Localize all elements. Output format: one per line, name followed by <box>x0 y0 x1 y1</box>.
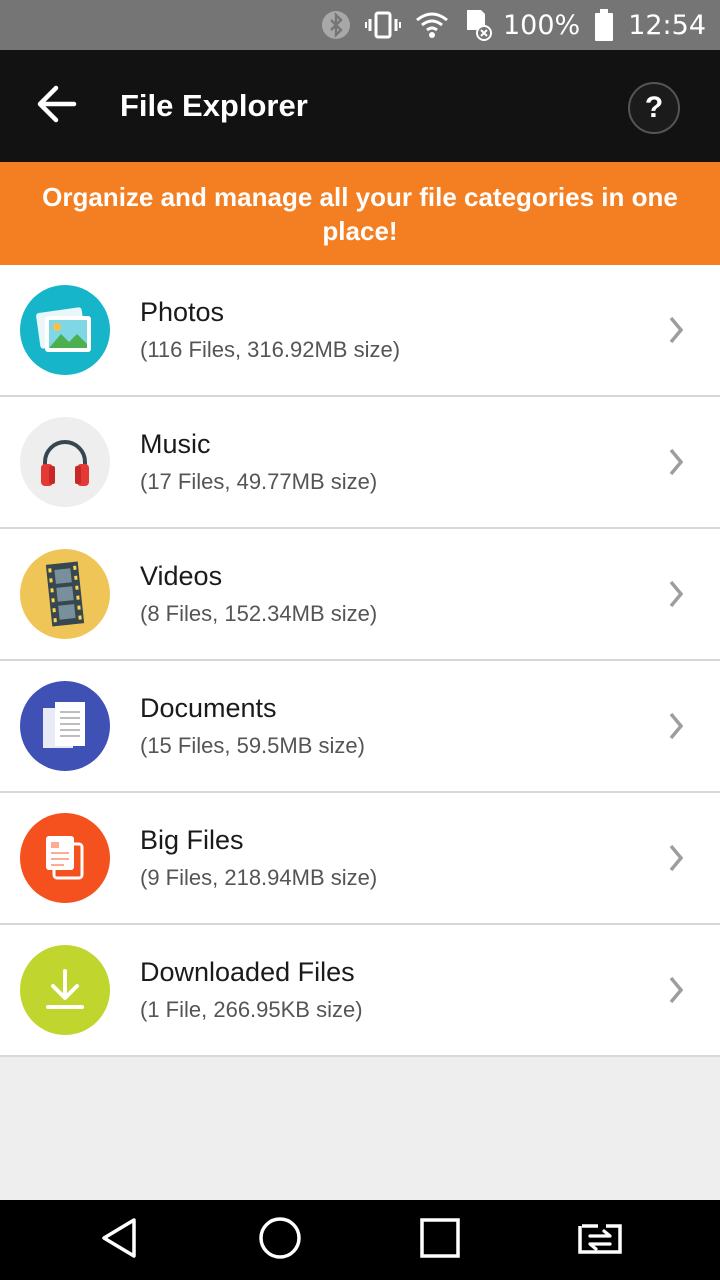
chevron-right-icon <box>664 577 688 611</box>
vibrate-icon <box>364 10 401 40</box>
download-icon <box>20 945 110 1035</box>
wifi-icon <box>415 11 449 39</box>
nav-switch-app-button[interactable] <box>560 1210 640 1270</box>
category-name: Downloaded Files <box>140 957 355 987</box>
category-meta: (15 Files, 59.5MB size) <box>140 733 365 758</box>
battery-icon <box>594 9 614 41</box>
category-videos[interactable]: Videos (8 Files, 152.34MB size) <box>0 529 720 661</box>
film-icon <box>20 549 110 639</box>
nav-recents-button[interactable] <box>400 1210 480 1270</box>
category-meta: (8 Files, 152.34MB size) <box>140 601 378 626</box>
category-photos[interactable]: Photos (116 Files, 316.92MB size) <box>0 265 720 397</box>
big-files-icon <box>20 813 110 903</box>
chevron-right-icon <box>664 709 688 743</box>
category-meta: (116 Files, 316.92MB size) <box>140 337 401 362</box>
chevron-right-icon <box>664 313 688 347</box>
category-name: Music <box>140 429 211 459</box>
help-button[interactable]: ? <box>628 82 680 134</box>
chevron-right-icon <box>664 445 688 479</box>
category-documents[interactable]: Documents (15 Files, 59.5MB size) <box>0 661 720 793</box>
category-meta: (1 File, 266.95KB size) <box>140 997 363 1022</box>
category-list: Photos (116 Files, 316.92MB size) Music … <box>0 265 720 1057</box>
category-name: Big Files <box>140 825 244 855</box>
nav-home-button[interactable] <box>240 1210 320 1270</box>
category-downloaded-files[interactable]: Downloaded Files (1 File, 266.95KB size) <box>0 925 720 1057</box>
back-button[interactable] <box>28 82 84 130</box>
system-nav-bar <box>0 1200 720 1280</box>
battery-percentage: 100% <box>502 9 581 41</box>
status-bar: 100% 12:54 <box>0 0 720 50</box>
home-circle-icon <box>257 1215 303 1266</box>
back-triangle-icon <box>98 1216 142 1265</box>
app-bar: File Explorer ? <box>0 50 720 162</box>
category-big-files[interactable]: Big Files (9 Files, 218.94MB size) <box>0 793 720 925</box>
clock: 12:54 <box>628 9 706 41</box>
nav-back-button[interactable] <box>80 1210 160 1270</box>
switch-app-icon <box>572 1218 628 1263</box>
category-meta: (9 Files, 218.94MB size) <box>140 865 378 890</box>
bluetooth-icon <box>321 10 351 40</box>
info-banner: Organize and manage all your file catego… <box>0 162 720 265</box>
chevron-right-icon <box>664 973 688 1007</box>
category-name: Videos <box>140 561 223 591</box>
documents-icon <box>20 681 110 771</box>
category-name: Documents <box>140 693 277 723</box>
category-music[interactable]: Music (17 Files, 49.77MB size) <box>0 397 720 529</box>
help-icon: ? <box>644 91 664 124</box>
category-meta: (17 Files, 49.77MB size) <box>140 469 378 494</box>
sd-card-icon <box>463 8 493 42</box>
arrow-left-icon <box>34 84 78 129</box>
photos-icon <box>20 285 110 375</box>
chevron-right-icon <box>664 841 688 875</box>
category-name: Photos <box>140 297 225 327</box>
page-title: File Explorer <box>120 88 308 123</box>
recents-square-icon <box>418 1216 462 1265</box>
headphones-icon <box>20 417 110 507</box>
